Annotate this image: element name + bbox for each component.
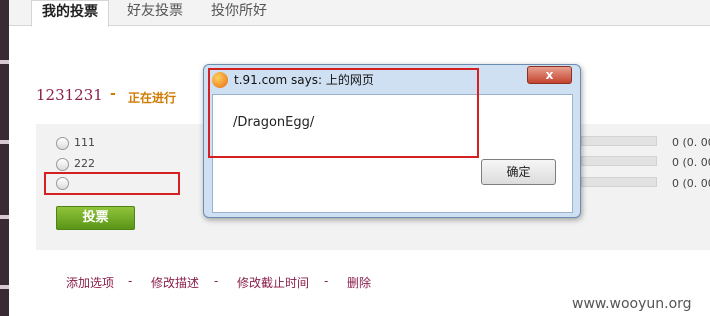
- tab-bar: 我的投票 好友投票 投你所好: [9, 0, 710, 27]
- strip-mark: [0, 215, 9, 219]
- poll-title-separator: -: [110, 86, 116, 102]
- left-sidebar-strip: [0, 0, 9, 316]
- tab-vote-preference[interactable]: 投你所好: [201, 0, 277, 26]
- vote-count: 0 (0. 00: [672, 136, 710, 149]
- ok-button[interactable]: 确定: [481, 159, 556, 185]
- highlight-box-empty-option: [44, 172, 180, 195]
- edit-description-link[interactable]: 修改描述: [151, 274, 199, 291]
- tab-my-votes[interactable]: 我的投票: [31, 0, 109, 27]
- delete-link[interactable]: 删除: [347, 274, 371, 291]
- vote-count: 0 (0. 00: [672, 156, 710, 169]
- result-bar: [581, 136, 657, 146]
- strip-mark: [0, 285, 9, 289]
- tab-friend-votes[interactable]: 好友投票: [117, 0, 193, 26]
- option-radio[interactable]: [56, 158, 69, 171]
- poll-title[interactable]: 1231231: [36, 86, 103, 104]
- action-separator: -: [214, 274, 219, 288]
- strip-mark: [0, 60, 9, 64]
- result-bar: [581, 156, 657, 166]
- edit-deadline-link[interactable]: 修改截止时间: [237, 274, 309, 291]
- result-bar: [581, 177, 657, 187]
- option-label: 222: [74, 157, 95, 170]
- option-label: 111: [74, 136, 95, 149]
- vote-count: 0 (0. 00: [672, 177, 710, 190]
- highlight-box-dialog: [208, 68, 479, 158]
- vote-button[interactable]: 投票: [56, 206, 135, 230]
- poll-status: 正在进行: [128, 91, 177, 105]
- watermark: www.wooyun.org: [572, 296, 692, 312]
- strip-mark: [0, 140, 9, 144]
- option-radio[interactable]: [56, 137, 69, 150]
- add-option-link[interactable]: 添加选项: [66, 274, 114, 291]
- action-separator: -: [128, 274, 133, 288]
- action-separator: -: [324, 274, 329, 288]
- close-button[interactable]: x: [527, 66, 572, 84]
